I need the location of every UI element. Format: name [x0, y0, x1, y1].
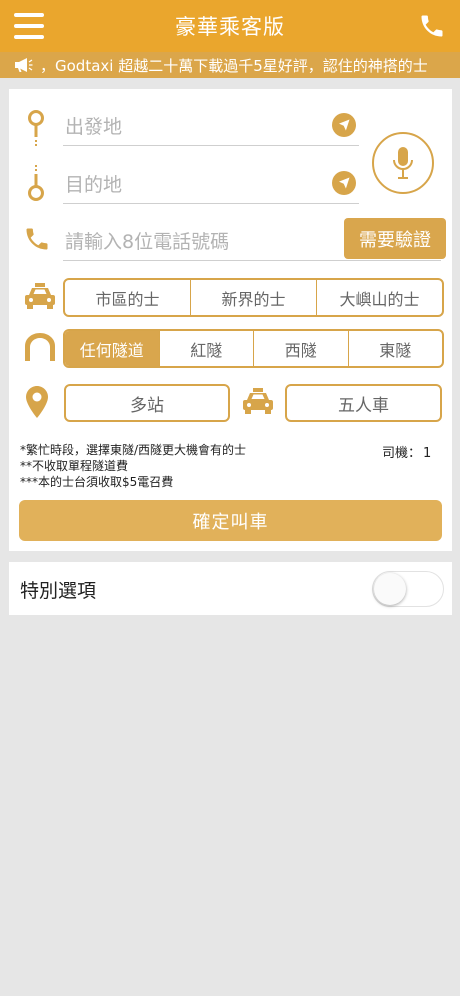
megaphone-icon — [15, 58, 33, 72]
driver-count-value: 1 — [423, 446, 432, 461]
destination-pin-icon — [28, 165, 44, 201]
special-options-label: 特別選項 — [20, 580, 97, 602]
phone-icon[interactable] — [418, 12, 446, 40]
confirm-booking-button[interactable]: 確定叫車 — [19, 500, 442, 541]
five-seater-button[interactable]: 五人車 — [285, 384, 442, 422]
taxi-type-selector: 市區的士 新界的士 大嶼山的士 — [63, 278, 444, 317]
pickup-pin-icon — [28, 110, 44, 146]
taxi-icon — [25, 283, 55, 309]
locate-destination-icon[interactable] — [332, 171, 356, 195]
pickup-input[interactable] — [63, 108, 359, 145]
destination-field[interactable] — [63, 166, 359, 204]
booking-notes: *繁忙時段，選擇東隧/西隧更大機會有的士 **不收取單程隧道費 ***本的士台須… — [20, 442, 246, 490]
app-title: 豪華乘客版 — [175, 15, 285, 39]
announcement-bar: ，Godtaxi 超越二十萬下載過千5星好評，認住的神搭的士 — [0, 52, 460, 78]
tunnel-icon — [25, 333, 55, 361]
voice-input-button[interactable] — [372, 132, 434, 194]
taxi-type-urban[interactable]: 市區的士 — [65, 280, 191, 315]
tunnel-eastern[interactable]: 東隧 — [349, 331, 443, 366]
tunnel-selector: 任何隧道 紅隧 西隧 東隧 — [63, 329, 444, 368]
announcement-text: ，Godtaxi 超越二十萬下載過千5星好評，認住的神搭的士 — [40, 56, 428, 75]
hamburger-menu-icon[interactable] — [14, 13, 44, 39]
tunnel-any[interactable]: 任何隧道 — [65, 331, 160, 366]
pickup-field[interactable] — [63, 108, 359, 146]
note-line: *繁忙時段，選擇東隧/西隧更大機會有的士 — [20, 443, 247, 457]
booking-card: 需要驗證 市區的士 新界的士 大嶼山的士 任何隧道 紅隧 西隧 東隧 多站 — [9, 89, 452, 551]
phone-number-icon — [26, 228, 48, 250]
driver-count: 司機： 1 — [380, 442, 431, 461]
locate-pickup-icon[interactable] — [332, 113, 356, 137]
special-options-row: 特別選項 — [9, 562, 452, 615]
verify-button[interactable]: 需要驗證 — [344, 218, 446, 259]
destination-input[interactable] — [63, 166, 359, 203]
location-pin-icon — [26, 386, 48, 418]
tunnel-western[interactable]: 西隧 — [254, 331, 349, 366]
note-line: ***本的士台須收取$5電召費 — [20, 475, 174, 489]
microphone-icon — [393, 147, 413, 179]
five-seater-taxi-icon — [243, 388, 273, 414]
taxi-type-nt[interactable]: 新界的士 — [191, 280, 317, 315]
driver-count-label: 司機： — [382, 446, 422, 461]
multi-stop-button[interactable]: 多站 — [64, 384, 230, 422]
note-line: **不收取單程隧道費 — [20, 459, 129, 473]
toggle-knob — [374, 573, 406, 605]
app-header: 豪華乘客版 — [0, 0, 460, 52]
taxi-type-lantau[interactable]: 大嶼山的士 — [317, 280, 442, 315]
special-options-toggle[interactable] — [372, 571, 444, 607]
tunnel-cross-harbour[interactable]: 紅隧 — [160, 331, 254, 366]
